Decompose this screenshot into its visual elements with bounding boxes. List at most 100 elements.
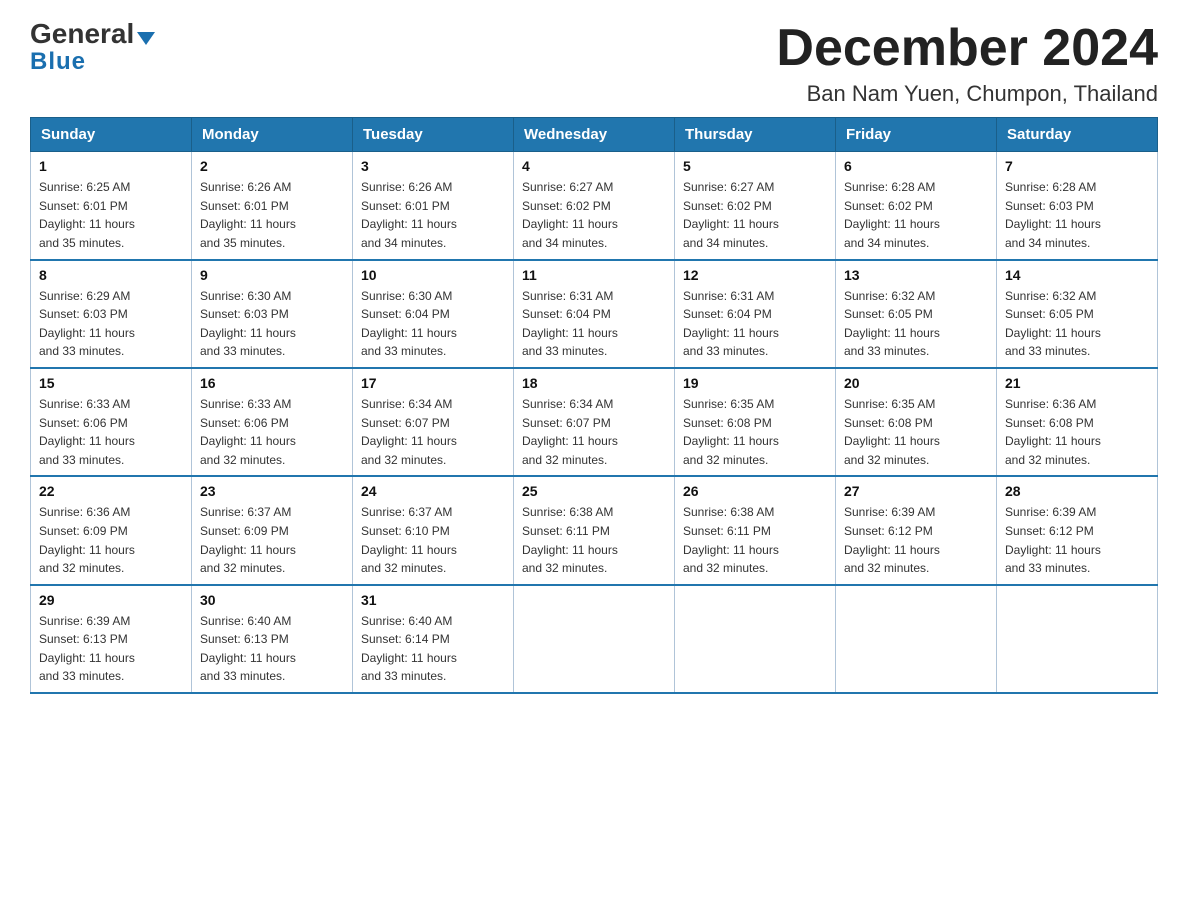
day-info: Sunrise: 6:34 AM Sunset: 6:07 PM Dayligh… (361, 395, 505, 469)
week-row-2: 8 Sunrise: 6:29 AM Sunset: 6:03 PM Dayli… (31, 260, 1158, 368)
day-info: Sunrise: 6:37 AM Sunset: 6:09 PM Dayligh… (200, 503, 344, 577)
day-number: 20 (844, 375, 988, 391)
day-number: 14 (1005, 267, 1149, 283)
day-info: Sunrise: 6:34 AM Sunset: 6:07 PM Dayligh… (522, 395, 666, 469)
col-sunday: Sunday (31, 118, 192, 152)
day-info: Sunrise: 6:40 AM Sunset: 6:14 PM Dayligh… (361, 612, 505, 686)
calendar-cell: 25 Sunrise: 6:38 AM Sunset: 6:11 PM Dayl… (514, 476, 675, 584)
location-title: Ban Nam Yuen, Chumpon, Thailand (776, 81, 1158, 107)
calendar-cell (997, 585, 1158, 693)
day-number: 3 (361, 158, 505, 174)
day-info: Sunrise: 6:29 AM Sunset: 6:03 PM Dayligh… (39, 287, 183, 361)
day-info: Sunrise: 6:30 AM Sunset: 6:04 PM Dayligh… (361, 287, 505, 361)
logo-text: General (30, 20, 155, 48)
calendar-cell: 7 Sunrise: 6:28 AM Sunset: 6:03 PM Dayli… (997, 152, 1158, 260)
calendar-cell: 19 Sunrise: 6:35 AM Sunset: 6:08 PM Dayl… (675, 368, 836, 476)
calendar-cell: 20 Sunrise: 6:35 AM Sunset: 6:08 PM Dayl… (836, 368, 997, 476)
day-number: 18 (522, 375, 666, 391)
day-number: 26 (683, 483, 827, 499)
calendar-cell: 31 Sunrise: 6:40 AM Sunset: 6:14 PM Dayl… (353, 585, 514, 693)
day-info: Sunrise: 6:37 AM Sunset: 6:10 PM Dayligh… (361, 503, 505, 577)
calendar-cell (836, 585, 997, 693)
calendar-cell: 27 Sunrise: 6:39 AM Sunset: 6:12 PM Dayl… (836, 476, 997, 584)
day-number: 12 (683, 267, 827, 283)
col-thursday: Thursday (675, 118, 836, 152)
day-info: Sunrise: 6:39 AM Sunset: 6:12 PM Dayligh… (844, 503, 988, 577)
calendar-cell: 3 Sunrise: 6:26 AM Sunset: 6:01 PM Dayli… (353, 152, 514, 260)
day-info: Sunrise: 6:35 AM Sunset: 6:08 PM Dayligh… (844, 395, 988, 469)
calendar-cell (514, 585, 675, 693)
calendar-cell: 2 Sunrise: 6:26 AM Sunset: 6:01 PM Dayli… (192, 152, 353, 260)
calendar-cell: 22 Sunrise: 6:36 AM Sunset: 6:09 PM Dayl… (31, 476, 192, 584)
calendar-cell: 6 Sunrise: 6:28 AM Sunset: 6:02 PM Dayli… (836, 152, 997, 260)
day-info: Sunrise: 6:38 AM Sunset: 6:11 PM Dayligh… (522, 503, 666, 577)
day-number: 15 (39, 375, 183, 391)
logo-line2: Blue (30, 48, 86, 76)
day-number: 5 (683, 158, 827, 174)
day-info: Sunrise: 6:39 AM Sunset: 6:12 PM Dayligh… (1005, 503, 1149, 577)
day-number: 28 (1005, 483, 1149, 499)
day-info: Sunrise: 6:40 AM Sunset: 6:13 PM Dayligh… (200, 612, 344, 686)
day-info: Sunrise: 6:33 AM Sunset: 6:06 PM Dayligh… (39, 395, 183, 469)
calendar-cell (675, 585, 836, 693)
calendar-cell: 12 Sunrise: 6:31 AM Sunset: 6:04 PM Dayl… (675, 260, 836, 368)
day-number: 8 (39, 267, 183, 283)
day-info: Sunrise: 6:25 AM Sunset: 6:01 PM Dayligh… (39, 178, 183, 252)
calendar-cell: 1 Sunrise: 6:25 AM Sunset: 6:01 PM Dayli… (31, 152, 192, 260)
calendar-cell: 26 Sunrise: 6:38 AM Sunset: 6:11 PM Dayl… (675, 476, 836, 584)
day-number: 11 (522, 267, 666, 283)
day-number: 1 (39, 158, 183, 174)
day-number: 16 (200, 375, 344, 391)
day-number: 19 (683, 375, 827, 391)
calendar-cell: 10 Sunrise: 6:30 AM Sunset: 6:04 PM Dayl… (353, 260, 514, 368)
day-info: Sunrise: 6:28 AM Sunset: 6:03 PM Dayligh… (1005, 178, 1149, 252)
calendar-cell: 17 Sunrise: 6:34 AM Sunset: 6:07 PM Dayl… (353, 368, 514, 476)
day-info: Sunrise: 6:27 AM Sunset: 6:02 PM Dayligh… (683, 178, 827, 252)
col-friday: Friday (836, 118, 997, 152)
day-info: Sunrise: 6:32 AM Sunset: 6:05 PM Dayligh… (844, 287, 988, 361)
day-info: Sunrise: 6:32 AM Sunset: 6:05 PM Dayligh… (1005, 287, 1149, 361)
calendar-cell: 21 Sunrise: 6:36 AM Sunset: 6:08 PM Dayl… (997, 368, 1158, 476)
day-number: 25 (522, 483, 666, 499)
calendar-cell: 16 Sunrise: 6:33 AM Sunset: 6:06 PM Dayl… (192, 368, 353, 476)
col-saturday: Saturday (997, 118, 1158, 152)
day-number: 24 (361, 483, 505, 499)
day-number: 23 (200, 483, 344, 499)
calendar-cell: 5 Sunrise: 6:27 AM Sunset: 6:02 PM Dayli… (675, 152, 836, 260)
header-row: Sunday Monday Tuesday Wednesday Thursday… (31, 118, 1158, 152)
day-number: 10 (361, 267, 505, 283)
calendar-cell: 13 Sunrise: 6:32 AM Sunset: 6:05 PM Dayl… (836, 260, 997, 368)
day-info: Sunrise: 6:26 AM Sunset: 6:01 PM Dayligh… (361, 178, 505, 252)
calendar-cell: 15 Sunrise: 6:33 AM Sunset: 6:06 PM Dayl… (31, 368, 192, 476)
day-number: 27 (844, 483, 988, 499)
day-number: 21 (1005, 375, 1149, 391)
day-info: Sunrise: 6:33 AM Sunset: 6:06 PM Dayligh… (200, 395, 344, 469)
logo: General Blue (30, 20, 155, 76)
calendar-cell: 9 Sunrise: 6:30 AM Sunset: 6:03 PM Dayli… (192, 260, 353, 368)
day-info: Sunrise: 6:27 AM Sunset: 6:02 PM Dayligh… (522, 178, 666, 252)
calendar-cell: 29 Sunrise: 6:39 AM Sunset: 6:13 PM Dayl… (31, 585, 192, 693)
calendar-cell: 8 Sunrise: 6:29 AM Sunset: 6:03 PM Dayli… (31, 260, 192, 368)
week-row-3: 15 Sunrise: 6:33 AM Sunset: 6:06 PM Dayl… (31, 368, 1158, 476)
col-wednesday: Wednesday (514, 118, 675, 152)
day-info: Sunrise: 6:31 AM Sunset: 6:04 PM Dayligh… (683, 287, 827, 361)
week-row-5: 29 Sunrise: 6:39 AM Sunset: 6:13 PM Dayl… (31, 585, 1158, 693)
day-number: 17 (361, 375, 505, 391)
calendar-cell: 30 Sunrise: 6:40 AM Sunset: 6:13 PM Dayl… (192, 585, 353, 693)
day-info: Sunrise: 6:31 AM Sunset: 6:04 PM Dayligh… (522, 287, 666, 361)
day-number: 7 (1005, 158, 1149, 174)
col-monday: Monday (192, 118, 353, 152)
day-info: Sunrise: 6:36 AM Sunset: 6:08 PM Dayligh… (1005, 395, 1149, 469)
day-number: 6 (844, 158, 988, 174)
day-number: 31 (361, 592, 505, 608)
day-number: 30 (200, 592, 344, 608)
day-number: 2 (200, 158, 344, 174)
day-number: 4 (522, 158, 666, 174)
day-info: Sunrise: 6:30 AM Sunset: 6:03 PM Dayligh… (200, 287, 344, 361)
calendar-cell: 14 Sunrise: 6:32 AM Sunset: 6:05 PM Dayl… (997, 260, 1158, 368)
calendar-body: 1 Sunrise: 6:25 AM Sunset: 6:01 PM Dayli… (31, 152, 1158, 693)
day-info: Sunrise: 6:38 AM Sunset: 6:11 PM Dayligh… (683, 503, 827, 577)
col-tuesday: Tuesday (353, 118, 514, 152)
calendar-cell: 28 Sunrise: 6:39 AM Sunset: 6:12 PM Dayl… (997, 476, 1158, 584)
calendar-cell: 18 Sunrise: 6:34 AM Sunset: 6:07 PM Dayl… (514, 368, 675, 476)
